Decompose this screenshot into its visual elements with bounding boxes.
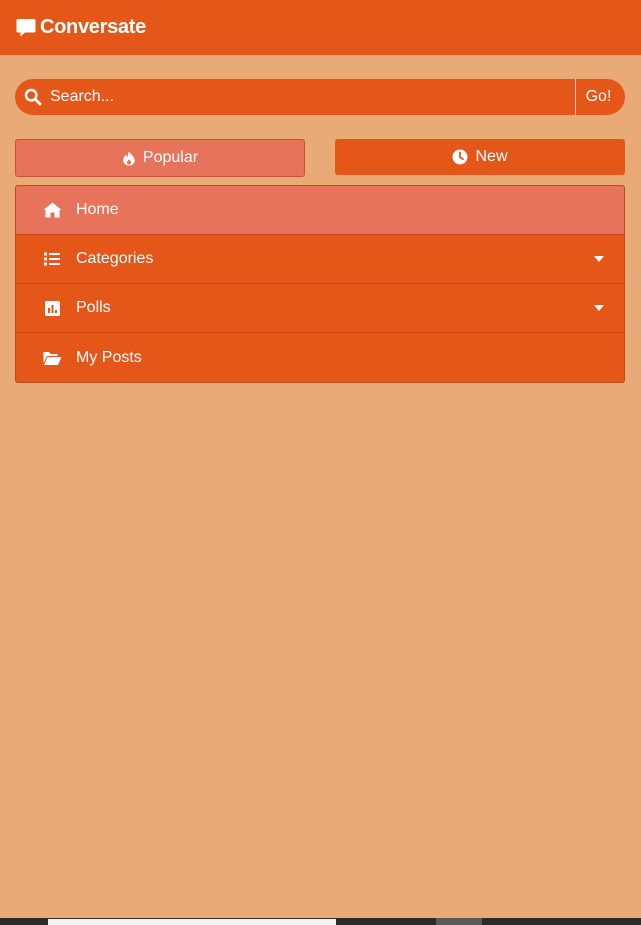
top-navbar: Conversate — [0, 0, 641, 55]
comment-icon — [16, 18, 36, 38]
menu-item-label: My Posts — [76, 349, 142, 366]
clock-icon — [452, 149, 468, 165]
popular-button[interactable]: Popular — [15, 139, 305, 177]
menu-item-home[interactable]: Home — [16, 186, 624, 235]
poll-icon — [42, 300, 62, 316]
side-menu: Home Categories Polls My Posts — [15, 185, 625, 383]
new-button[interactable]: New — [335, 139, 625, 175]
menu-item-label: Polls — [76, 299, 111, 316]
taskbar-fragment — [0, 918, 641, 925]
chevron-down-icon[interactable] — [594, 256, 604, 262]
taskbar-segment — [48, 919, 336, 925]
taskbar-segment — [436, 918, 482, 925]
brand-link[interactable]: Conversate — [16, 16, 146, 39]
menu-item-categories[interactable]: Categories — [16, 235, 624, 284]
search-bar: Go! — [15, 79, 625, 115]
menu-item-polls[interactable]: Polls — [16, 284, 624, 333]
new-label: New — [475, 148, 508, 165]
menu-item-label: Home — [76, 201, 119, 218]
folder-open-icon — [42, 351, 62, 366]
menu-item-my-posts[interactable]: My Posts — [16, 333, 624, 382]
brand-name: Conversate — [40, 16, 146, 38]
fire-icon — [122, 151, 136, 166]
app-page: Conversate Go! Popular Ne — [0, 0, 641, 925]
home-icon — [42, 202, 62, 218]
search-input[interactable] — [48, 79, 575, 115]
popular-label: Popular — [142, 149, 199, 166]
chevron-down-icon[interactable] — [594, 305, 604, 311]
list-icon — [42, 252, 62, 266]
menu-item-label: Categories — [76, 250, 154, 267]
search-go-button[interactable]: Go! — [575, 79, 625, 115]
search-icon — [24, 88, 42, 106]
